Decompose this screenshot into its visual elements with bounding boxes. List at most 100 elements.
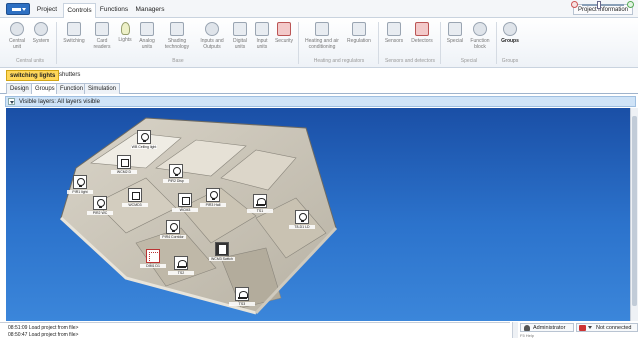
connection-label: Not connected	[596, 325, 632, 331]
ribbon-separator	[378, 22, 379, 64]
function-block-icon	[473, 22, 487, 36]
connection-status[interactable]: Not connected	[576, 323, 638, 332]
switch-icon	[128, 188, 142, 202]
group-label-central-units: Central units	[15, 58, 45, 64]
detectors-button[interactable]: Detectors	[408, 22, 436, 44]
groups-button[interactable]: Groups	[499, 22, 521, 44]
scrollbar-thumb[interactable]	[632, 116, 637, 306]
tab-controls[interactable]: Controls	[63, 3, 96, 18]
tab-switching-lights[interactable]: switching lights	[6, 70, 60, 81]
system-icon	[34, 22, 48, 36]
device-marker[interactable]: PIR2 WC	[87, 196, 113, 215]
group-label-special: Special	[460, 58, 478, 64]
zoom-out-icon[interactable]	[571, 1, 578, 8]
ribbon-separator	[496, 22, 497, 64]
lights-button[interactable]: Lights	[116, 22, 134, 43]
sensors-button[interactable]: Sensors	[382, 22, 406, 44]
card-readers-button[interactable]: Card readers	[90, 22, 114, 50]
light-bulb-icon	[137, 130, 151, 144]
device-marker[interactable]: DIM1 D1	[140, 249, 166, 268]
shading-technology-button[interactable]: Shading technology	[160, 22, 194, 50]
heating-button[interactable]: Heating and air conditioning	[302, 22, 342, 50]
wall-panel-icon	[215, 242, 229, 256]
zoom-slider[interactable]	[582, 4, 624, 6]
digital-units-button[interactable]: Digital units	[229, 22, 251, 50]
floor-plan-3d-view[interactable]: WB Ceiling light WCM2 D PIR2 Disp PIR1 l…	[6, 108, 630, 321]
device-marker[interactable]: TS3	[229, 287, 255, 306]
device-marker[interactable]: WCM3 Switch	[209, 242, 235, 261]
application-menu-button[interactable]	[6, 3, 30, 15]
light-bulb-icon	[295, 210, 309, 224]
tab-shutters[interactable]: shutters	[56, 70, 83, 81]
device-marker[interactable]: PIR1 light	[67, 175, 93, 194]
user-name: Administrator	[533, 325, 566, 331]
light-bulb-icon	[93, 196, 107, 210]
analog-units-button[interactable]: Analog units	[136, 22, 158, 50]
sensor-icon	[174, 256, 188, 270]
light-bulb-icon	[206, 188, 220, 202]
detector-icon	[415, 22, 429, 36]
light-bulb-icon	[169, 164, 183, 178]
device-marker[interactable]: PIR4 Corridor	[160, 220, 186, 239]
status-footer: F5 Help	[520, 333, 535, 338]
ribbon-separator	[56, 22, 57, 64]
system-button[interactable]: System	[30, 22, 52, 44]
device-marker[interactable]: TS2	[168, 256, 194, 275]
security-button[interactable]: Security	[273, 22, 295, 44]
card-reader-icon	[95, 22, 109, 36]
central-unit-icon	[10, 22, 24, 36]
viewport-scrollbar[interactable]	[630, 108, 638, 321]
switch-icon	[117, 155, 131, 169]
switching-icon	[67, 22, 81, 36]
device-marker[interactable]: WB Ceiling light	[131, 130, 157, 149]
light-bulb-icon	[166, 220, 180, 234]
chevron-down-icon	[588, 326, 592, 329]
zoom-in-icon[interactable]	[627, 1, 634, 8]
switch-icon	[178, 193, 192, 207]
group-label-sensors: Sensors and detectors	[384, 58, 436, 64]
regulation-icon	[352, 22, 366, 36]
zoom-slider-thumb[interactable]	[597, 1, 602, 9]
visible-layers-label: Visible layers: All layers visible	[19, 99, 100, 105]
input-units-button[interactable]: Input units	[252, 22, 272, 50]
log-panel: 08:51:09 Load project from file> 08:50:4…	[0, 322, 510, 338]
input-unit-icon	[255, 22, 269, 36]
device-marker[interactable]: PIR2 Disp	[163, 164, 189, 183]
tab-design[interactable]: Design	[6, 83, 33, 94]
tab-project[interactable]: Project	[34, 3, 60, 18]
tab-managers[interactable]: Managers	[134, 3, 166, 18]
dimmer-icon	[146, 249, 160, 263]
layer-bar: Visible layers: All layers visible	[5, 96, 636, 107]
tab-simulation[interactable]: Simulation	[84, 83, 121, 94]
central-unit-button[interactable]: Central unit	[6, 22, 28, 50]
tab-functions[interactable]: Functions	[98, 3, 130, 18]
tab-groups[interactable]: Groups	[31, 83, 59, 94]
function-block-button[interactable]: Function block	[467, 22, 493, 50]
switching-button[interactable]: Switching	[60, 22, 88, 44]
user-status[interactable]: Administrator	[520, 323, 574, 332]
device-marker[interactable]: TS1	[247, 194, 273, 213]
device-marker[interactable]: WCMD3	[122, 188, 148, 207]
special-icon	[448, 22, 462, 36]
ribbon-separator	[298, 22, 299, 64]
group-label-base: Base	[172, 58, 184, 64]
regulation-button[interactable]: Regulation	[344, 22, 374, 44]
layer-dropdown-button[interactable]	[8, 98, 15, 105]
user-icon	[524, 325, 530, 331]
log-line: 08:50:47 Load project from file>	[8, 332, 79, 338]
ribbon: Central unit System Switching Card reade…	[0, 18, 638, 68]
device-marker[interactable]: T8-D1 LD	[289, 210, 315, 229]
device-marker[interactable]: WCM2 D	[111, 155, 137, 174]
digital-unit-icon	[233, 22, 247, 36]
log-scrollbar[interactable]	[512, 322, 518, 338]
security-icon	[277, 22, 291, 36]
group-label-heating: Heating and regulators	[313, 58, 365, 64]
inputs-outputs-button[interactable]: Inputs and Outputs	[196, 22, 228, 50]
device-marker[interactable]: WCM3	[172, 193, 198, 212]
special-button[interactable]: Special	[444, 22, 466, 44]
tab-function[interactable]: Function	[56, 83, 88, 94]
sensor-icon	[387, 22, 401, 36]
view-tabs: Design Groups Function Simulation	[0, 83, 638, 94]
device-marker[interactable]: PIR3 Hall	[200, 188, 226, 207]
sensor-icon	[235, 287, 249, 301]
